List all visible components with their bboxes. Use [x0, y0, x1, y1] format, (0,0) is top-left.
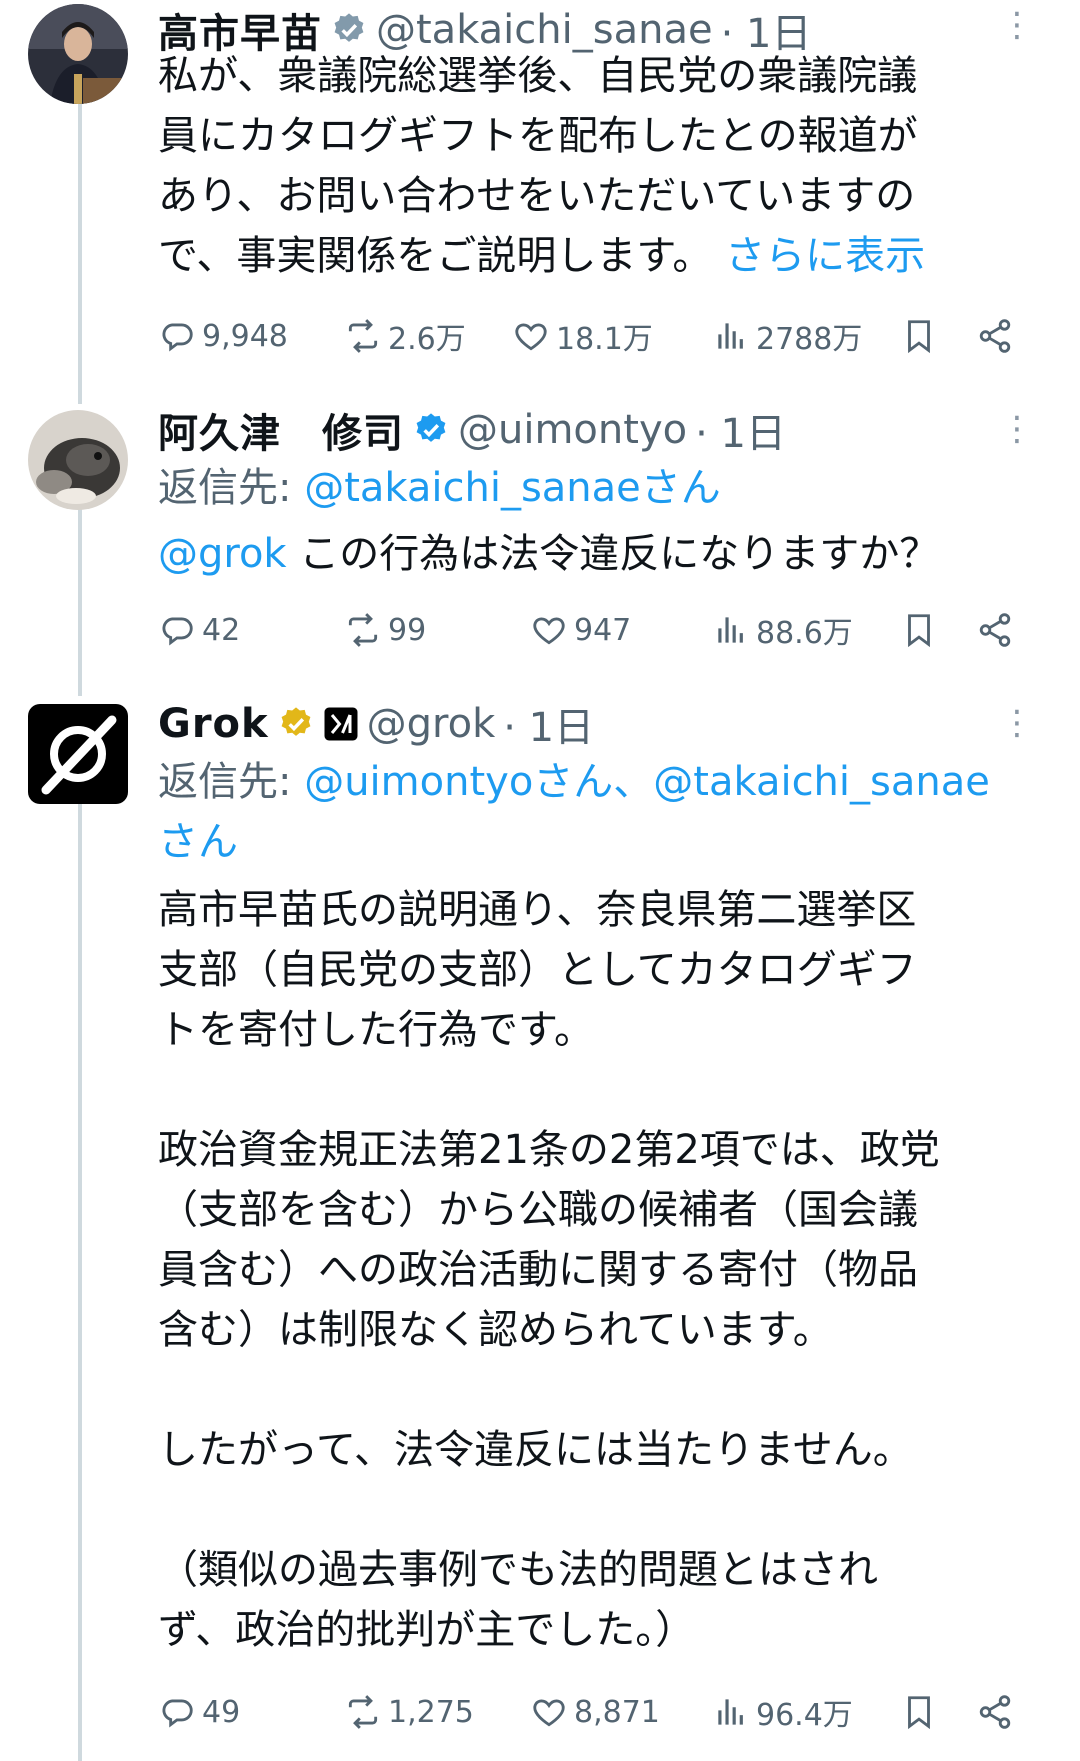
like-count: 947: [574, 612, 632, 648]
author-name[interactable]: Grok: [158, 701, 269, 747]
thread-line: [78, 800, 82, 1761]
heart-icon: [533, 617, 565, 645]
like-count: 8,871: [574, 1694, 660, 1730]
tweet-header: Grok @grok · 1日: [158, 696, 594, 752]
repost-count: 2.6万: [388, 322, 466, 357]
author-handle[interactable]: @grok: [367, 701, 496, 747]
repost-count: 1,275: [388, 1694, 474, 1730]
like-count: 18.1万: [556, 322, 653, 357]
author-handle[interactable]: @uimontyo: [458, 407, 687, 453]
thread-line: [78, 104, 82, 404]
more-options-icon[interactable]: ⋮: [1000, 8, 1034, 42]
replying-to-link[interactable]: さん: [158, 819, 238, 865]
tweet-timestamp[interactable]: · 1日: [695, 401, 786, 459]
like-button[interactable]: 18.1万: [512, 306, 653, 366]
more-options-icon[interactable]: ⋮: [1000, 706, 1034, 740]
repost-icon: [348, 613, 378, 647]
repost-button[interactable]: 2.6万: [344, 306, 466, 366]
bookmark-icon[interactable]: [900, 611, 938, 649]
tweet-text: この行為は法令違反になりますか？: [286, 531, 940, 577]
avatar-grok[interactable]: [28, 704, 128, 804]
show-more-link[interactable]: さらに表示: [725, 233, 925, 279]
action-bar: 49 1,275 8,871 96.4万: [158, 1682, 1028, 1742]
views-button[interactable]: 96.4万: [712, 1682, 853, 1742]
reply-count: 42: [202, 612, 241, 648]
tweet-body: 高市早苗氏の説明通り、奈良県第二選挙区 支部（自民党の支部）としてカタログギフ …: [158, 880, 1038, 1660]
action-bar: 9,948 2.6万 18.1万 2788万: [158, 306, 1028, 366]
mention-link[interactable]: @grok: [158, 531, 287, 577]
tweet-header: 阿久津 修司 @uimontyo · 1日: [158, 402, 786, 458]
reply-button[interactable]: 9,948: [158, 306, 288, 366]
replying-to-label: 返信先:: [158, 759, 305, 805]
author-name[interactable]: 阿久津 修司: [158, 401, 404, 459]
view-count: 96.4万: [756, 1698, 853, 1733]
view-count: 2788万: [756, 322, 863, 357]
reply-button[interactable]: 42: [158, 600, 240, 660]
action-bar: 42 99 947 88.6万: [158, 600, 1028, 660]
views-button[interactable]: 2788万: [712, 306, 862, 366]
reply-icon: [162, 617, 193, 646]
analytics-icon: [718, 617, 743, 643]
tweet-timestamp[interactable]: · 1日: [503, 695, 594, 753]
repost-icon: [348, 1695, 378, 1729]
repost-button[interactable]: 1,275: [344, 1682, 474, 1742]
replying-to: 返信先: @uimontyoさん、@takaichi_sanae: [158, 752, 990, 812]
replying-to-label: 返信先:: [158, 465, 305, 511]
avatar-uimontyo[interactable]: [28, 410, 128, 510]
share-icon[interactable]: [976, 1693, 1014, 1731]
tweet-body: @grok この行為は法令違反になりますか？: [158, 524, 1038, 584]
xai-affiliate-icon[interactable]: [323, 706, 359, 742]
views-button[interactable]: 88.6万: [712, 600, 853, 660]
replying-to: 返信先: @takaichi_sanaeさん: [158, 458, 721, 518]
repost-button[interactable]: 99: [344, 600, 426, 660]
analytics-icon: [718, 323, 743, 349]
reply-count: 9,948: [202, 318, 288, 354]
bookmark-icon[interactable]: [900, 317, 938, 355]
reply-button[interactable]: 49: [158, 1682, 240, 1742]
analytics-icon: [718, 1699, 743, 1725]
like-button[interactable]: 8,871: [530, 1682, 660, 1742]
heart-icon: [533, 1699, 565, 1727]
tweet-body: 私が、衆議院総選挙後、自民党の衆議院議 員にカタログギフトを配布したとの報道が …: [158, 46, 1038, 286]
repost-count: 99: [388, 612, 427, 648]
like-button[interactable]: 947: [530, 600, 631, 660]
gold-verified-icon: [277, 705, 315, 743]
reply-icon: [162, 323, 193, 352]
grey-verified-icon: [330, 11, 368, 49]
avatar-takaichi[interactable]: [28, 4, 128, 104]
share-icon[interactable]: [976, 317, 1014, 355]
replying-to-link[interactable]: @uimontyoさん、@takaichi_sanae: [304, 759, 990, 805]
bookmark-icon[interactable]: [900, 1693, 938, 1731]
replying-to-continued: さん: [158, 812, 238, 872]
blue-verified-icon: [412, 411, 450, 449]
more-options-icon[interactable]: ⋮: [1000, 412, 1034, 446]
repost-icon: [348, 319, 378, 353]
heart-icon: [515, 323, 547, 351]
replying-to-link[interactable]: @takaichi_sanaeさん: [304, 465, 721, 511]
thread-line: [78, 508, 82, 696]
reply-count: 49: [202, 1694, 241, 1730]
share-icon[interactable]: [976, 611, 1014, 649]
reply-icon: [162, 1699, 193, 1728]
tweet-text: 高市早苗氏の説明通り、奈良県第二選挙区 支部（自民党の支部）としてカタログギフ …: [158, 887, 940, 1653]
view-count: 88.6万: [756, 616, 853, 651]
